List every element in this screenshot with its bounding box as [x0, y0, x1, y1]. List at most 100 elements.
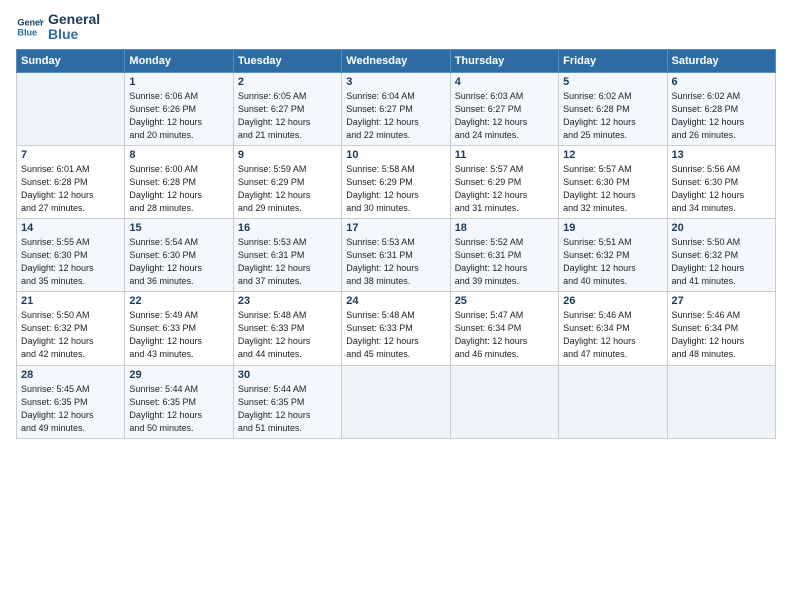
day-info: Sunrise: 5:56 AM Sunset: 6:30 PM Dayligh…: [672, 163, 771, 215]
day-number: 13: [672, 149, 771, 161]
day-info: Sunrise: 5:57 AM Sunset: 6:29 PM Dayligh…: [455, 163, 554, 215]
day-number: 3: [346, 76, 445, 88]
calendar-cell: 19 Sunrise: 5:51 AM Sunset: 6:32 PM Dayli…: [559, 219, 667, 292]
day-info: Sunrise: 6:05 AM Sunset: 6:27 PM Dayligh…: [238, 90, 337, 142]
calendar-cell: 17Sunrise: 5:53 AM Sunset: 6:31 PM Dayli…: [342, 219, 450, 292]
day-number: 2: [238, 76, 337, 88]
calendar-cell: 3 Sunrise: 6:04 AM Sunset: 6:27 PM Daylig…: [342, 72, 450, 145]
calendar-body: 1Sunrise: 6:06 AM Sunset: 6:26 PM Daylig…: [17, 72, 776, 438]
day-number: 20: [672, 222, 771, 234]
day-number: 21: [21, 295, 120, 307]
day-info: Sunrise: 6:01 AM Sunset: 6:28 PM Dayligh…: [21, 163, 120, 215]
day-number: 5: [563, 76, 662, 88]
day-info: Sunrise: 5:51 AM Sunset: 6:32 PM Dayligh…: [563, 236, 662, 288]
calendar-cell: 12 Sunrise: 5:57 AM Sunset: 6:30 PM Dayli…: [559, 145, 667, 218]
day-info: Sunrise: 5:49 AM Sunset: 6:33 PM Dayligh…: [129, 309, 228, 361]
day-number: 4: [455, 76, 554, 88]
day-info: Sunrise: 6:04 AM Sunset: 6:27 PM Dayligh…: [346, 90, 445, 142]
calendar-cell: [667, 365, 775, 438]
day-number: 14: [21, 222, 120, 234]
calendar-cell: 25 Sunrise: 5:47 AM Sunset: 6:34 PM Dayli…: [450, 292, 558, 365]
calendar-cell: 28 Sunrise: 5:45 AM Sunset: 6:35 PM Dayli…: [17, 365, 125, 438]
day-info: Sunrise: 6:02 AM Sunset: 6:28 PM Dayligh…: [563, 90, 662, 142]
day-info: Sunrise: 5:58 AM Sunset: 6:29 PM Dayligh…: [346, 163, 445, 215]
day-info: Sunrise: 5:54 AM Sunset: 6:30 PM Dayligh…: [129, 236, 228, 288]
day-number: 11: [455, 149, 554, 161]
calendar-cell: 24 Sunrise: 5:48 AM Sunset: 6:33 PM Dayli…: [342, 292, 450, 365]
day-header-tuesday: Tuesday: [233, 49, 341, 72]
day-number: 30: [238, 369, 337, 381]
calendar-cell: [450, 365, 558, 438]
calendar-cell: 15 Sunrise: 5:54 AM Sunset: 6:30 PM Dayli…: [125, 219, 233, 292]
day-number: 10: [346, 149, 445, 161]
day-header-friday: Friday: [559, 49, 667, 72]
svg-text:Blue: Blue: [17, 28, 37, 38]
calendar-cell: 30 Sunrise: 5:44 AM Sunset: 6:35 PM Dayli…: [233, 365, 341, 438]
day-info: Sunrise: 5:44 AM Sunset: 6:35 PM Dayligh…: [238, 383, 337, 435]
day-number: 25: [455, 295, 554, 307]
day-info: Sunrise: 5:48 AM Sunset: 6:33 PM Dayligh…: [346, 309, 445, 361]
day-info: Sunrise: 5:57 AM Sunset: 6:30 PM Dayligh…: [563, 163, 662, 215]
main-container: General Blue General Blue SundayMondayTu…: [0, 0, 792, 447]
day-number: 26: [563, 295, 662, 307]
calendar-cell: 23Sunrise: 5:48 AM Sunset: 6:33 PM Dayli…: [233, 292, 341, 365]
calendar-header: SundayMondayTuesdayWednesdayThursdayFrid…: [17, 49, 776, 72]
calendar-cell: 16 Sunrise: 5:53 AM Sunset: 6:31 PM Dayli…: [233, 219, 341, 292]
logo-text: General Blue: [48, 12, 100, 43]
day-info: Sunrise: 5:59 AM Sunset: 6:29 PM Dayligh…: [238, 163, 337, 215]
header-row-days: SundayMondayTuesdayWednesdayThursdayFrid…: [17, 49, 776, 72]
day-info: Sunrise: 5:46 AM Sunset: 6:34 PM Dayligh…: [672, 309, 771, 361]
day-info: Sunrise: 5:55 AM Sunset: 6:30 PM Dayligh…: [21, 236, 120, 288]
logo: General Blue General Blue: [16, 12, 100, 43]
day-number: 17: [346, 222, 445, 234]
day-number: 18: [455, 222, 554, 234]
calendar-cell: 18 Sunrise: 5:52 AM Sunset: 6:31 PM Dayli…: [450, 219, 558, 292]
day-info: Sunrise: 5:45 AM Sunset: 6:35 PM Dayligh…: [21, 383, 120, 435]
day-number: 7: [21, 149, 120, 161]
day-header-wednesday: Wednesday: [342, 49, 450, 72]
calendar-week-4: 21Sunrise: 5:50 AM Sunset: 6:32 PM Dayli…: [17, 292, 776, 365]
day-header-sunday: Sunday: [17, 49, 125, 72]
day-number: 16: [238, 222, 337, 234]
day-number: 23: [238, 295, 337, 307]
calendar-cell: 21Sunrise: 5:50 AM Sunset: 6:32 PM Dayli…: [17, 292, 125, 365]
day-info: Sunrise: 5:53 AM Sunset: 6:31 PM Dayligh…: [238, 236, 337, 288]
day-number: 27: [672, 295, 771, 307]
day-info: Sunrise: 6:02 AM Sunset: 6:28 PM Dayligh…: [672, 90, 771, 142]
calendar-week-3: 14 Sunrise: 5:55 AM Sunset: 6:30 PM Dayli…: [17, 219, 776, 292]
day-number: 19: [563, 222, 662, 234]
calendar-cell: 2 Sunrise: 6:05 AM Sunset: 6:27 PM Daylig…: [233, 72, 341, 145]
calendar-cell: 7 Sunrise: 6:01 AM Sunset: 6:28 PM Daylig…: [17, 145, 125, 218]
calendar-cell: 20 Sunrise: 5:50 AM Sunset: 6:32 PM Dayli…: [667, 219, 775, 292]
day-number: 15: [129, 222, 228, 234]
calendar-cell: 8 Sunrise: 6:00 AM Sunset: 6:28 PM Daylig…: [125, 145, 233, 218]
day-number: 28: [21, 369, 120, 381]
day-info: Sunrise: 5:46 AM Sunset: 6:34 PM Dayligh…: [563, 309, 662, 361]
calendar-cell: 10 Sunrise: 5:58 AM Sunset: 6:29 PM Dayli…: [342, 145, 450, 218]
calendar-week-2: 7 Sunrise: 6:01 AM Sunset: 6:28 PM Daylig…: [17, 145, 776, 218]
day-info: Sunrise: 6:00 AM Sunset: 6:28 PM Dayligh…: [129, 163, 228, 215]
day-info: Sunrise: 5:50 AM Sunset: 6:32 PM Dayligh…: [672, 236, 771, 288]
day-number: 8: [129, 149, 228, 161]
calendar-cell: 1Sunrise: 6:06 AM Sunset: 6:26 PM Daylig…: [125, 72, 233, 145]
calendar-cell: [559, 365, 667, 438]
calendar-table: SundayMondayTuesdayWednesdayThursdayFrid…: [16, 49, 776, 439]
calendar-cell: 5 Sunrise: 6:02 AM Sunset: 6:28 PM Daylig…: [559, 72, 667, 145]
day-info: Sunrise: 6:03 AM Sunset: 6:27 PM Dayligh…: [455, 90, 554, 142]
day-header-thursday: Thursday: [450, 49, 558, 72]
logo-icon: General Blue: [16, 13, 44, 41]
header-row: General Blue General Blue: [16, 12, 776, 43]
calendar-cell: 13 Sunrise: 5:56 AM Sunset: 6:30 PM Dayli…: [667, 145, 775, 218]
day-number: 12: [563, 149, 662, 161]
day-header-saturday: Saturday: [667, 49, 775, 72]
day-number: 24: [346, 295, 445, 307]
calendar-cell: 22Sunrise: 5:49 AM Sunset: 6:33 PM Dayli…: [125, 292, 233, 365]
day-header-monday: Monday: [125, 49, 233, 72]
day-number: 29: [129, 369, 228, 381]
calendar-week-5: 28 Sunrise: 5:45 AM Sunset: 6:35 PM Dayli…: [17, 365, 776, 438]
calendar-cell: [17, 72, 125, 145]
calendar-week-1: 1Sunrise: 6:06 AM Sunset: 6:26 PM Daylig…: [17, 72, 776, 145]
day-number: 1: [129, 76, 228, 88]
day-info: Sunrise: 5:47 AM Sunset: 6:34 PM Dayligh…: [455, 309, 554, 361]
day-info: Sunrise: 5:52 AM Sunset: 6:31 PM Dayligh…: [455, 236, 554, 288]
